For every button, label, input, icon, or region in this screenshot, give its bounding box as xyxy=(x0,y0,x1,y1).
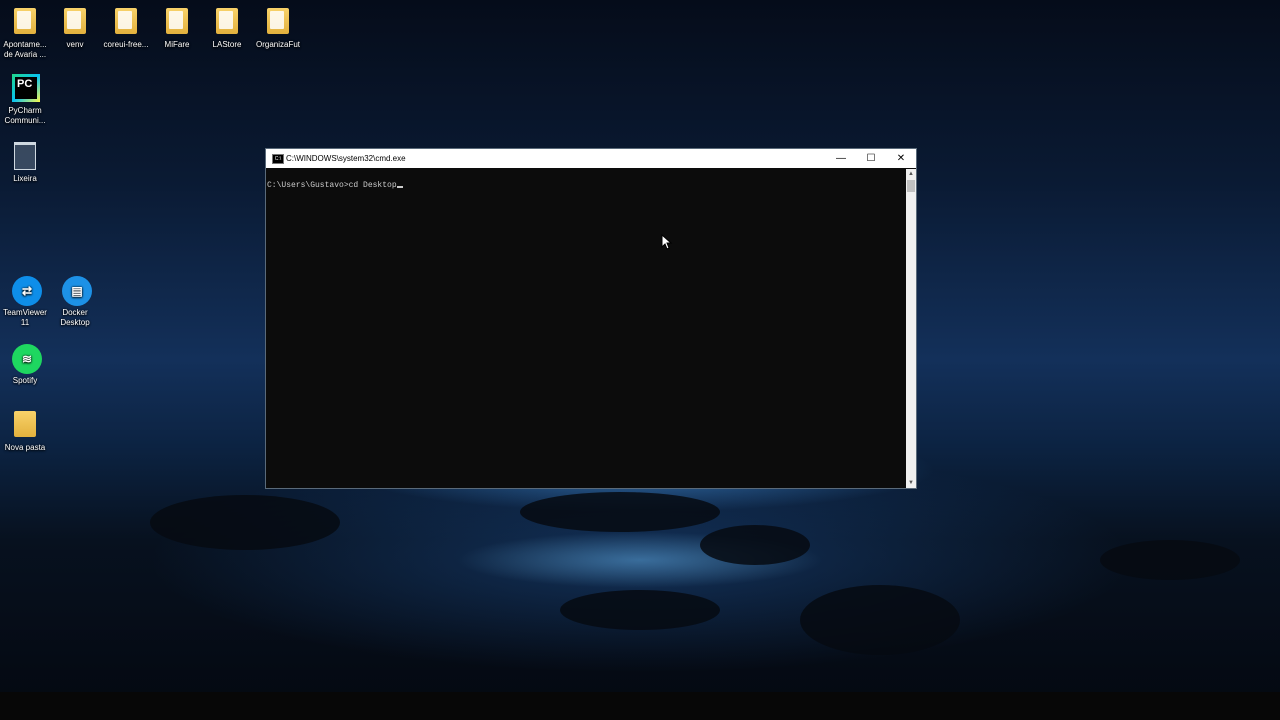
wallpaper-rock xyxy=(520,492,720,532)
scroll-up-icon[interactable]: ▲ xyxy=(906,169,916,179)
folder-icon xyxy=(14,8,36,34)
folder-icon xyxy=(216,8,238,34)
folder-icon xyxy=(267,8,289,34)
console-line: C:\Users\Gustavo>cd Desktop xyxy=(267,180,403,192)
recycle-bin-icon xyxy=(14,142,36,170)
vertical-scrollbar[interactable]: ▲ ▼ xyxy=(906,169,916,488)
wallpaper-rock xyxy=(560,590,720,630)
window-titlebar[interactable]: C:\ C:\WINDOWS\system32\cmd.exe — ☐ ✕ xyxy=(266,149,916,168)
wallpaper-rock xyxy=(150,495,340,550)
desktop-icon-mifare[interactable]: MiFare xyxy=(151,8,203,50)
desktop-icon-teamviewer[interactable]: ⇄ TeamViewer 11 xyxy=(0,276,51,328)
desktop-icon-apontamento[interactable]: Apontame... de Avaria ... xyxy=(0,8,51,60)
maximize-button[interactable]: ☐ xyxy=(856,149,886,168)
desktop-icon-lixeira[interactable]: Lixeira xyxy=(0,142,51,184)
cmd-app-icon[interactable]: C:\ xyxy=(272,154,284,164)
close-button[interactable]: ✕ xyxy=(886,149,916,168)
desktop-icon-label: PyCharm Communi... xyxy=(4,106,46,125)
desktop-icon-label: Apontame... de Avaria ... xyxy=(3,40,47,59)
docker-icon: ▤ xyxy=(62,276,92,306)
console-text: C:\Users\Gustavo>cd Desktop xyxy=(267,181,397,190)
desktop-icon-label: venv xyxy=(66,40,84,49)
desktop-icon-label: Docker Desktop xyxy=(60,308,90,327)
window-title: C:\WINDOWS\system32\cmd.exe xyxy=(286,154,406,163)
desktop-icon-venv[interactable]: venv xyxy=(49,8,101,50)
folder-icon xyxy=(14,411,36,437)
desktop-icon-label: OrganizaFut xyxy=(255,40,301,49)
folder-icon xyxy=(64,8,86,34)
minimize-button[interactable]: — xyxy=(826,149,856,168)
taskbar[interactable] xyxy=(0,692,1280,720)
desktop-icon-label: MiFare xyxy=(164,40,190,49)
console-area[interactable]: C:\Users\Gustavo>cd Desktop xyxy=(266,169,906,488)
folder-icon xyxy=(166,8,188,34)
wallpaper-rock xyxy=(700,525,810,565)
desktop-icon-lastore[interactable]: LAStore xyxy=(201,8,253,50)
desktop-icon-pycharm[interactable]: PC PyCharm Communi... xyxy=(0,74,51,126)
wallpaper-rock xyxy=(1100,540,1240,580)
desktop-icon-spotify[interactable]: ≋ Spotify xyxy=(0,344,51,386)
desktop-icon-organizafut[interactable]: OrganizaFut xyxy=(252,8,304,50)
cmd-window[interactable]: C:\ C:\WINDOWS\system32\cmd.exe — ☐ ✕ C:… xyxy=(265,148,917,489)
desktop-icon-label: Nova pasta xyxy=(4,443,46,452)
desktop-icon-coreui[interactable]: coreui-free... xyxy=(100,8,152,50)
pycharm-icon: PC xyxy=(12,74,40,102)
desktop-icon-docker[interactable]: ▤ Docker Desktop xyxy=(49,276,101,328)
desktop-icon-nova-pasta[interactable]: Nova pasta xyxy=(0,411,51,453)
scroll-down-icon[interactable]: ▼ xyxy=(906,478,916,488)
scroll-thumb[interactable] xyxy=(907,180,915,192)
folder-icon xyxy=(115,8,137,34)
desktop-icon-label: LAStore xyxy=(212,40,242,49)
mouse-pointer-icon xyxy=(661,234,673,250)
desktop-icon-label: coreui-free... xyxy=(103,40,149,49)
wallpaper-rock xyxy=(800,585,960,655)
spotify-icon: ≋ xyxy=(12,344,42,374)
desktop-icon-label: TeamViewer 11 xyxy=(3,308,47,327)
teamviewer-icon: ⇄ xyxy=(12,276,42,306)
desktop-icon-label: Lixeira xyxy=(13,174,37,183)
desktop-icon-label: Spotify xyxy=(12,376,38,385)
text-caret xyxy=(396,186,403,188)
